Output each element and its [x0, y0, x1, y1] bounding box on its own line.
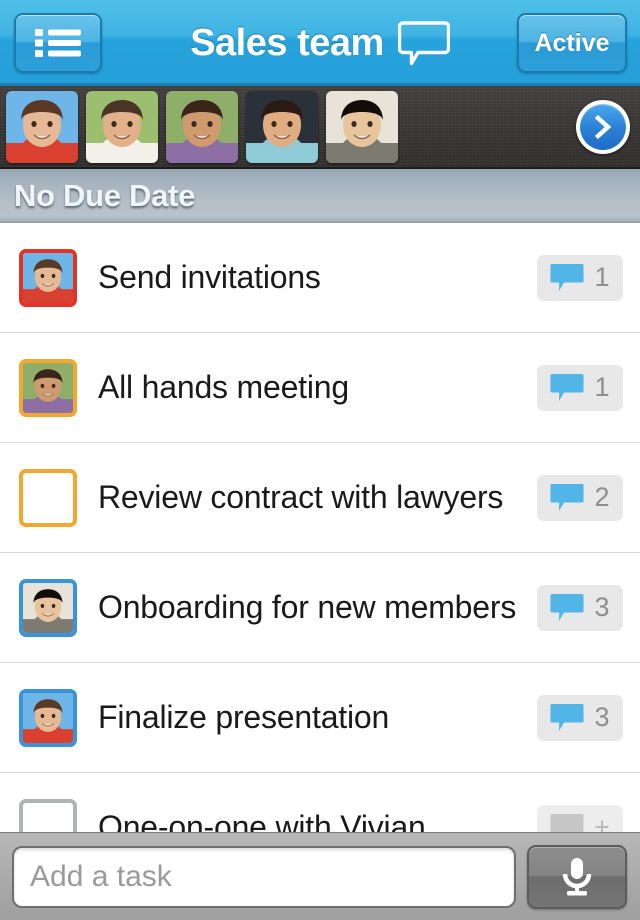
team-member-avatar[interactable]: [6, 91, 78, 163]
task-comment-count: 1: [594, 372, 610, 402]
comment-bubble-icon: [550, 703, 584, 731]
add-task-input[interactable]: [12, 845, 516, 908]
microphone-icon: [562, 857, 592, 895]
task-row[interactable]: Review contract with lawyers 2: [0, 443, 640, 553]
team-member-avatar[interactable]: [326, 91, 398, 163]
task-checkbox[interactable]: [19, 468, 77, 527]
add-task-bar: [0, 832, 640, 920]
top-navigation-bar: Sales team Active: [0, 0, 640, 86]
list-icon: [35, 29, 81, 57]
section-header-label: No Due Date: [14, 177, 196, 213]
comment-bubble-icon: [550, 373, 584, 401]
team-member-avatar[interactable]: [246, 91, 318, 163]
team-member-track: [6, 91, 406, 163]
task-assignee-avatar[interactable]: [19, 248, 77, 307]
task-row[interactable]: Finalize presentation 3: [0, 663, 640, 773]
task-comment-badge[interactable]: 2: [537, 474, 623, 521]
team-member-avatar[interactable]: [86, 91, 158, 163]
task-comment-count: 1: [594, 262, 610, 292]
team-member-avatar[interactable]: [166, 91, 238, 163]
task-row[interactable]: Onboarding for new members 3: [0, 553, 640, 663]
task-comment-badge[interactable]: 3: [537, 694, 623, 741]
task-assignee-avatar[interactable]: [19, 358, 77, 417]
active-filter-label: Active: [534, 28, 610, 57]
task-comment-count: 3: [594, 702, 610, 732]
page-title: Sales team: [190, 21, 384, 64]
voice-input-button[interactable]: [527, 844, 627, 909]
task-title: Send invitations: [98, 259, 321, 295]
task-row[interactable]: All hands meeting 1: [0, 333, 640, 443]
task-title: Finalize presentation: [98, 699, 390, 735]
task-assignee-avatar[interactable]: [19, 688, 77, 747]
app-root: Sales team Active No Due Date Send invit…: [0, 0, 640, 920]
team-member-strip[interactable]: [0, 86, 640, 169]
comment-bubble-icon: [550, 593, 584, 621]
section-header-no-due-date: No Due Date: [0, 169, 640, 223]
task-comment-count: 3: [594, 592, 610, 622]
task-comment-badge[interactable]: 1: [537, 364, 623, 411]
task-row[interactable]: Send invitations 1: [0, 223, 640, 333]
chevron-right-icon: [594, 114, 612, 140]
task-comment-count: 2: [594, 482, 610, 512]
chat-bubble-icon[interactable]: [397, 20, 450, 66]
list-menu-button[interactable]: [14, 13, 102, 73]
task-title: Onboarding for new members: [98, 589, 517, 625]
next-members-button[interactable]: [576, 100, 630, 154]
active-filter-button[interactable]: Active: [517, 13, 627, 73]
task-comment-badge[interactable]: 3: [537, 584, 623, 631]
task-list[interactable]: Send invitations 1 All hands meeting 1 Revie…: [0, 223, 640, 920]
next-members-inner: [580, 104, 626, 150]
comment-bubble-icon: [550, 483, 584, 511]
task-comment-badge[interactable]: 1: [537, 254, 623, 301]
comment-bubble-icon: [550, 263, 584, 291]
task-assignee-avatar[interactable]: [19, 578, 77, 637]
task-title: Review contract with lawyers: [98, 479, 504, 515]
task-title: All hands meeting: [98, 369, 349, 405]
